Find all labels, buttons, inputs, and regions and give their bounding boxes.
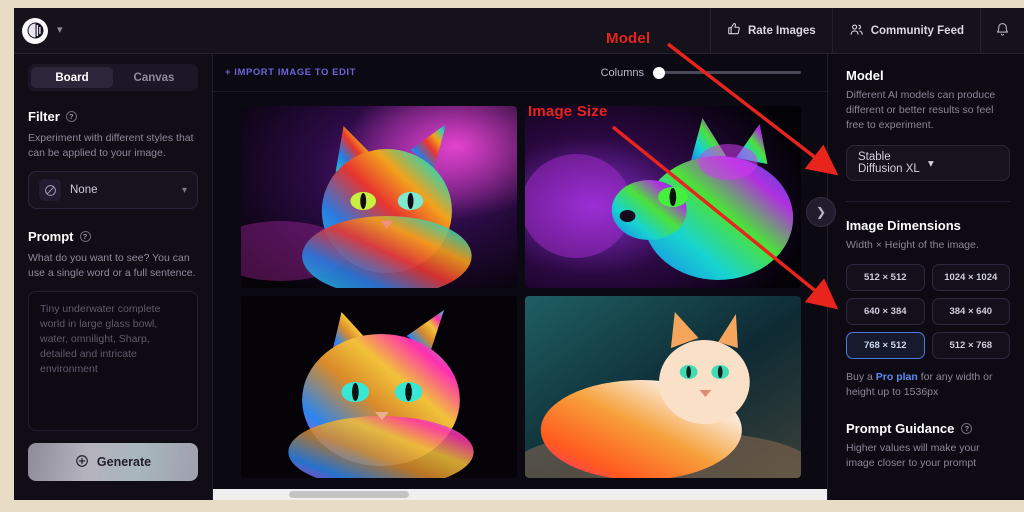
- app-window: ▾ Rate Images Community Feed Board Canva…: [14, 8, 1024, 500]
- dimension-option-1024x1024[interactable]: 1024 × 1024: [931, 264, 1010, 291]
- prompt-section-header: Prompt ?: [28, 229, 198, 244]
- prompt-guidance-title: Prompt Guidance: [846, 421, 955, 436]
- image-thumbnail-1[interactable]: [241, 106, 517, 288]
- main-content: + IMPORT IMAGE TO EDIT Columns ❯: [213, 54, 836, 500]
- annotation-model: Model: [606, 30, 651, 47]
- next-page-button[interactable]: ❯: [806, 197, 836, 227]
- model-select[interactable]: Stable Diffusion XL ▾: [846, 145, 1010, 181]
- rate-images-button[interactable]: Rate Images: [709, 8, 832, 54]
- board-canvas-tabs: Board Canvas: [28, 64, 198, 91]
- generate-button[interactable]: Generate: [28, 443, 198, 481]
- dimension-option-384x640[interactable]: 384 × 640: [931, 298, 1010, 325]
- right-sidebar: Model Different AI models can produce di…: [827, 54, 1024, 500]
- model-title: Model: [846, 68, 884, 83]
- chevron-down-icon[interactable]: ▾: [57, 25, 63, 36]
- filter-description: Experiment with different styles that ca…: [28, 132, 194, 159]
- prompt-title: Prompt: [28, 229, 74, 244]
- question-circle-icon[interactable]: ?: [65, 111, 77, 122]
- prompt-guidance-header: Prompt Guidance ?: [846, 421, 1010, 436]
- dimension-option-512x768[interactable]: 512 × 768: [931, 332, 1010, 359]
- community-feed-button[interactable]: Community Feed: [831, 8, 980, 54]
- plus-circle-icon: [75, 454, 89, 471]
- horizontal-scrollbar[interactable]: [213, 489, 827, 500]
- left-sidebar: Board Canvas Filter ? Experiment with di…: [14, 54, 213, 500]
- dimension-option-640x384[interactable]: 640 × 384: [846, 298, 925, 325]
- tab-board-label: Board: [55, 71, 89, 84]
- model-selected-value: Stable Diffusion XL: [858, 151, 920, 175]
- brand-area[interactable]: ▾: [14, 17, 63, 44]
- image-thumbnail-4[interactable]: [525, 296, 801, 478]
- top-nav-actions: Rate Images Community Feed: [709, 8, 1024, 54]
- prompt-input[interactable]: Tiny underwater complete world in large …: [28, 291, 198, 431]
- image-thumbnail-3[interactable]: [241, 296, 517, 478]
- pro-plan-link[interactable]: Pro plan: [876, 371, 918, 383]
- top-navigation-bar: ▾ Rate Images Community Feed: [14, 8, 1024, 54]
- bell-icon: [995, 22, 1010, 40]
- columns-slider-handle[interactable]: [653, 66, 665, 79]
- section-divider: [846, 201, 1010, 202]
- columns-control: Columns: [601, 66, 815, 80]
- people-icon: [849, 22, 864, 40]
- question-circle-icon[interactable]: ?: [961, 423, 973, 434]
- dimension-option-768x512[interactable]: 768 × 512: [846, 332, 925, 359]
- columns-slider-track[interactable]: [653, 71, 801, 74]
- notifications-button[interactable]: [980, 8, 1024, 54]
- horizontal-scrollbar-thumb[interactable]: [289, 491, 409, 498]
- main-toolbar: + IMPORT IMAGE TO EDIT Columns: [213, 54, 827, 92]
- filter-selected-value: None: [70, 184, 98, 196]
- filter-select[interactable]: None ▾: [28, 171, 198, 209]
- prompt-description: What do you want to see? You can use a s…: [28, 252, 196, 279]
- chevron-right-icon: ❯: [815, 205, 827, 219]
- dimensions-description: Width × Height of the image.: [846, 239, 979, 251]
- upsell-prefix: Buy a: [846, 371, 876, 383]
- filter-title: Filter: [28, 109, 60, 124]
- pro-plan-upsell: Buy a Pro plan for any width or height u…: [846, 370, 1010, 400]
- tab-board[interactable]: Board: [31, 67, 113, 88]
- tab-canvas-label: Canvas: [133, 71, 175, 84]
- dimension-options: 512 × 512 1024 × 1024 640 × 384 384 × 64…: [846, 264, 1010, 359]
- model-description: Different AI models can produce differen…: [846, 89, 996, 131]
- image-grid: ❯: [213, 92, 836, 478]
- thumbs-up-icon: [727, 22, 741, 39]
- question-circle-icon[interactable]: ?: [79, 231, 91, 242]
- tab-canvas[interactable]: Canvas: [113, 67, 195, 88]
- filter-section-header: Filter ?: [28, 109, 198, 124]
- columns-label: Columns: [600, 66, 644, 79]
- app-logo-icon[interactable]: [22, 17, 48, 44]
- image-thumbnail-2[interactable]: [525, 106, 801, 288]
- rate-images-label: Rate Images: [747, 24, 816, 37]
- columns-slider[interactable]: [653, 66, 801, 80]
- prompt-guidance-description: Higher values will make your image close…: [846, 442, 980, 469]
- model-section-header: Model: [846, 68, 1010, 83]
- dimension-option-512x512[interactable]: 512 × 512: [846, 264, 925, 291]
- no-filter-icon: [39, 179, 61, 201]
- dimensions-section-header: Image Dimensions: [846, 218, 1010, 233]
- community-feed-label: Community Feed: [870, 24, 964, 37]
- dimensions-title: Image Dimensions: [846, 218, 961, 233]
- chevron-down-icon[interactable]: ▾: [928, 156, 998, 170]
- annotation-image-size: Image Size: [528, 103, 608, 120]
- generate-label: Generate: [96, 455, 152, 469]
- chevron-down-icon[interactable]: ▾: [182, 185, 187, 196]
- import-image-button[interactable]: + IMPORT IMAGE TO EDIT: [225, 67, 356, 78]
